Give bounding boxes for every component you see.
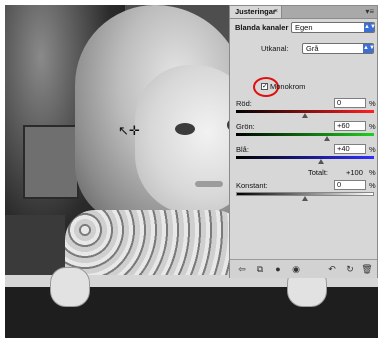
total-unit: % (369, 168, 376, 177)
preset-select-value: Egen (295, 23, 313, 32)
trash-icon[interactable]: 🗑 (361, 263, 373, 275)
photo-window (23, 125, 79, 199)
back-arrow-icon[interactable]: ⇦ (236, 263, 248, 275)
screenshot-frame: ↖✛ Justeringar × ▾≡ Blanda kanaler Egen … (0, 0, 382, 338)
blue-label: Blå: (236, 145, 249, 154)
red-unit: % (369, 99, 376, 108)
red-slider-thumb[interactable] (302, 113, 308, 118)
red-value-input[interactable]: 0 (334, 98, 366, 108)
constant-unit: % (369, 181, 376, 190)
cursor-icon: ↖✛ (118, 123, 140, 138)
constant-slider-thumb[interactable] (302, 196, 308, 201)
blue-unit: % (369, 145, 376, 154)
output-select-value: Grå (306, 44, 319, 53)
red-label: Röd: (236, 99, 252, 108)
green-value-input[interactable]: +60 (334, 121, 366, 131)
blue-slider-thumb[interactable] (318, 159, 324, 164)
monochrome-label: Monokrom (270, 82, 306, 91)
reset-previous-icon[interactable]: ↶ (326, 263, 338, 275)
monochrome-checkbox[interactable]: ✓ (261, 83, 268, 90)
output-label: Utkanal: (261, 44, 289, 53)
tab-close-icon[interactable]: × (274, 8, 278, 15)
photo-eye-left (175, 123, 195, 135)
blue-slider-track[interactable] (236, 156, 374, 159)
total-label: Totalt: (308, 168, 329, 177)
green-slider-thumb[interactable] (324, 136, 330, 141)
green-label: Grön: (236, 122, 255, 131)
constant-label: Konstant: (236, 181, 268, 190)
blue-value-input[interactable]: +40 (334, 144, 366, 154)
preset-select[interactable]: Egen ▲▼ (291, 22, 376, 33)
clip-layer-icon[interactable]: ⧉ (254, 263, 266, 275)
total-value: +100 (346, 168, 363, 177)
panel-toolbar: ⇦ ⧉ ● ◉ ↶ ↻ 🗑 (230, 259, 377, 278)
output-channel-select[interactable]: Grå ▲▼ (302, 43, 375, 54)
preset-label: Blanda kanaler (235, 23, 289, 32)
photo-hand-left (50, 267, 90, 307)
green-unit: % (369, 122, 376, 131)
adjustments-panel: Justeringar × ▾≡ Blanda kanaler Egen ▲▼ … (229, 5, 378, 278)
panel-tabbar: Justeringar × ▾≡ (230, 6, 377, 19)
constant-value-input[interactable]: 0 (334, 180, 366, 190)
chevron-updown-icon: ▲▼ (363, 44, 375, 53)
panel-menu-icon[interactable]: ▾≡ (365, 7, 374, 16)
chevron-updown-icon: ▲▼ (364, 23, 376, 32)
reset-icon[interactable]: ↻ (344, 263, 356, 275)
green-slider-track[interactable] (236, 133, 374, 136)
mask-icon[interactable]: ● (272, 263, 284, 275)
eye-icon[interactable]: ◉ (290, 263, 302, 275)
photo-mouth (195, 181, 223, 187)
